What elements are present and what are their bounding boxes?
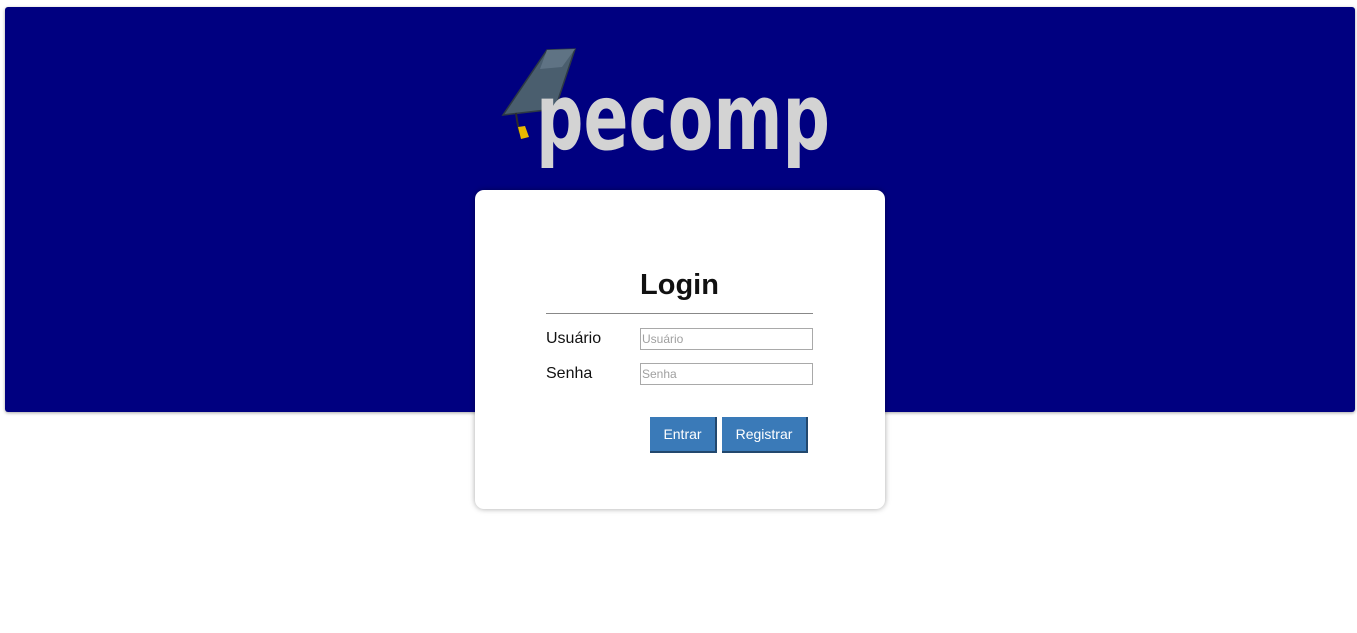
password-label: Senha [546, 365, 593, 382]
username-input[interactable] [640, 328, 813, 350]
logo-text: pecomp [536, 64, 830, 171]
password-input[interactable] [640, 363, 813, 385]
login-card: Login Usuário Senha Entrar Registrar [475, 190, 885, 509]
registrar-button[interactable]: Registrar [722, 417, 808, 453]
login-title: Login [640, 269, 719, 301]
title-divider [546, 313, 813, 314]
pecomp-logo: pecomp [501, 48, 830, 171]
entrar-button[interactable]: Entrar [650, 417, 717, 453]
username-label: Usuário [546, 330, 602, 347]
